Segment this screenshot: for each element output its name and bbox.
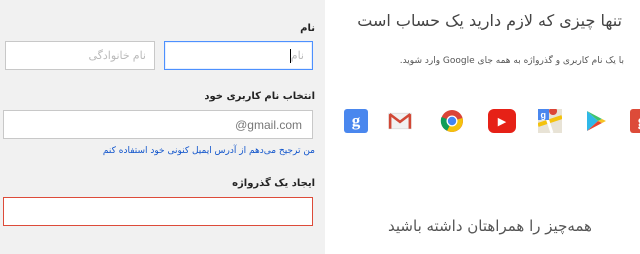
play-store-icon <box>584 109 608 133</box>
maps-icon: g <box>538 109 562 133</box>
youtube-icon: ▶ <box>488 109 516 133</box>
signup-form-panel: نام نام نام خانوادگی انتخاب نام کاربری خ… <box>0 0 325 254</box>
username-field[interactable]: @gmail.com <box>3 110 313 139</box>
svg-text:g: g <box>541 110 547 120</box>
use-current-email-link[interactable]: من ترجیح می‌دهم از آدرس ایمیل کنونی خود … <box>103 146 315 156</box>
google-plus-icon: g <box>630 109 640 133</box>
chrome-icon <box>440 109 464 133</box>
first-name-field[interactable]: نام <box>164 41 313 70</box>
promo-headline: تنها چیزی که لازم دارید یک حساب است <box>357 11 622 30</box>
product-icons-row: g ▶ g <box>344 109 640 137</box>
last-name-placeholder: نام خانوادگی <box>88 50 146 62</box>
first-name-placeholder: نام <box>290 50 304 62</box>
password-label: ایجاد یک گذرواژه <box>232 178 315 189</box>
google-search-icon: g <box>344 109 368 133</box>
text-caret <box>289 48 291 63</box>
password-field[interactable] <box>3 197 313 226</box>
promo-subline: با یک نام کاربری و گذرواژه به همه جای Go… <box>399 56 624 66</box>
last-name-field[interactable]: نام خانوادگی <box>5 41 155 70</box>
promo-tagline: همه‌چیز را همراهتان داشته باشید <box>388 217 592 235</box>
gmail-icon <box>388 109 412 133</box>
name-label: نام <box>300 23 315 34</box>
gmail-suffix: @gmail.com <box>235 117 302 132</box>
username-label: انتخاب نام کاربری خود <box>204 91 315 102</box>
